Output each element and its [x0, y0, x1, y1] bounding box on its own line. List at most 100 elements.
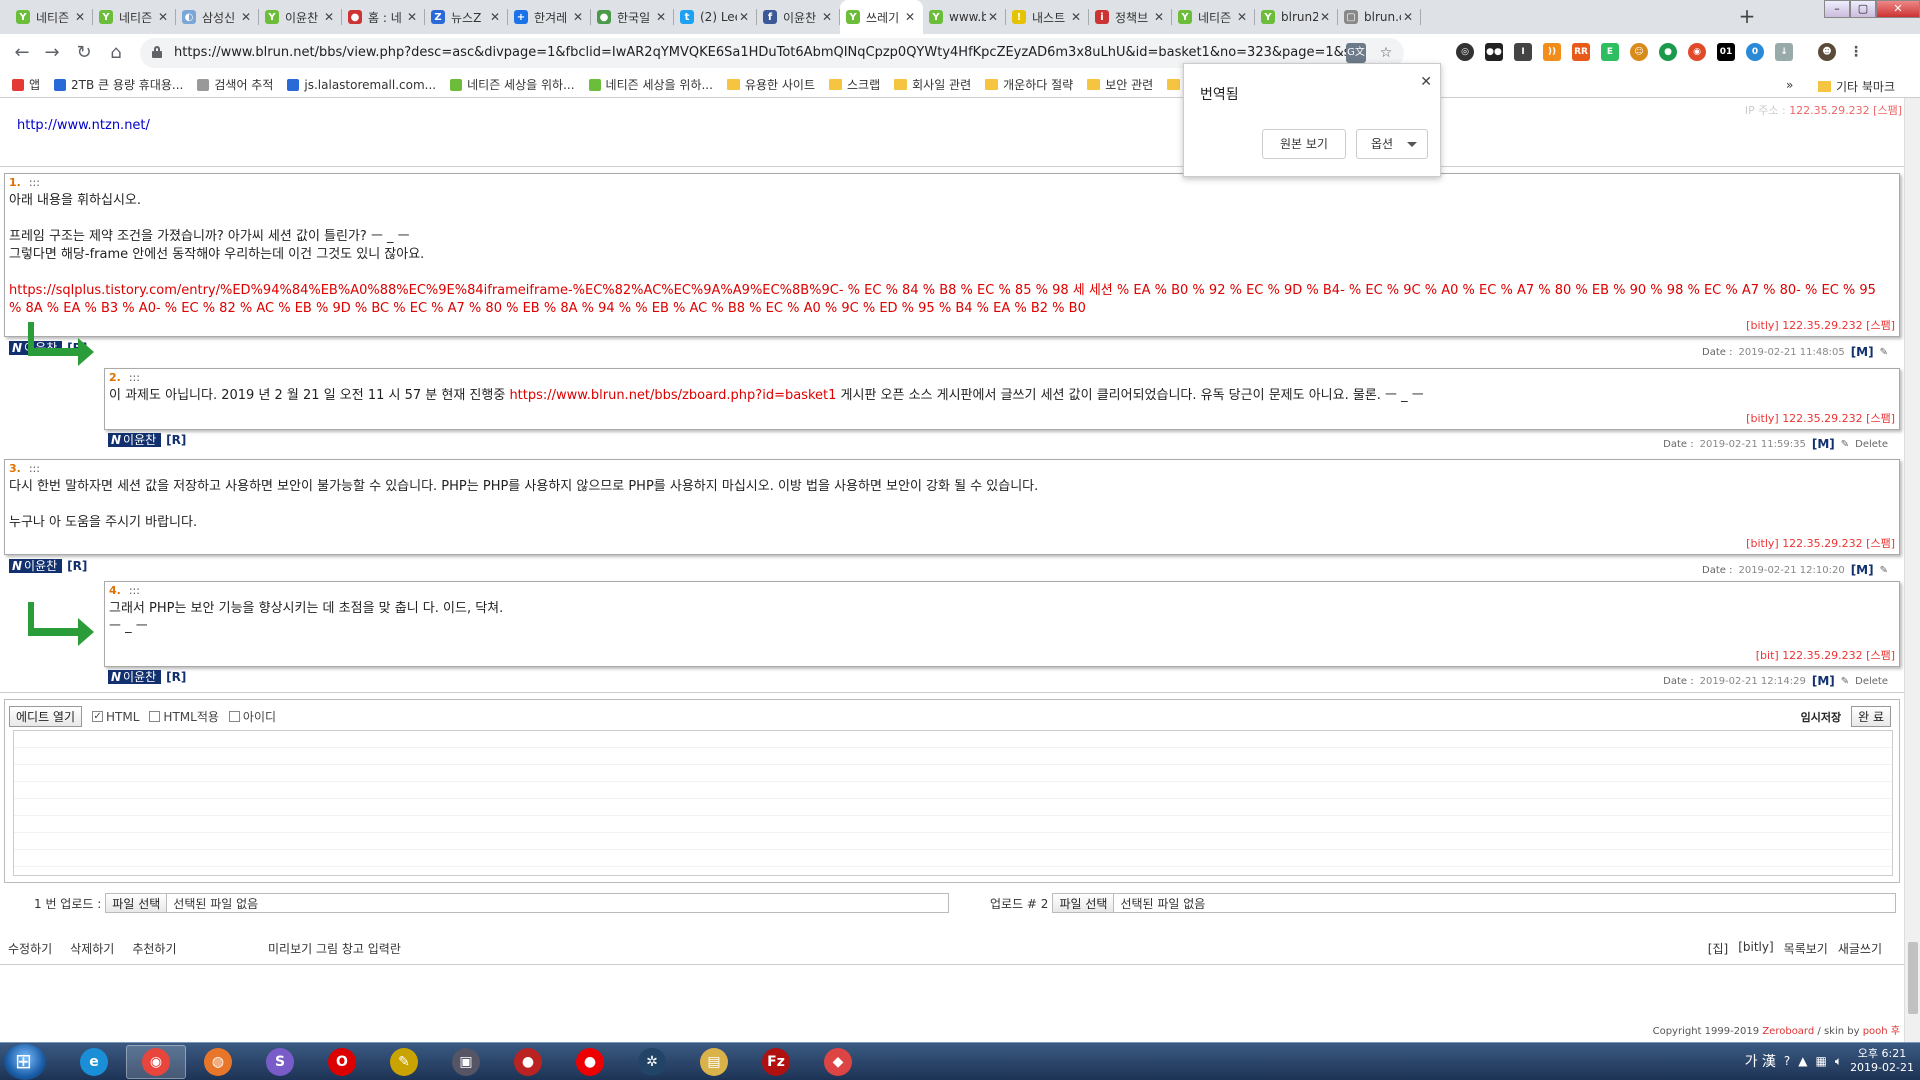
- modify-button[interactable]: [M]: [1812, 437, 1835, 451]
- modify-button[interactable]: [M]: [1851, 345, 1874, 359]
- bookmark-item[interactable]: 보안 관련: [1087, 76, 1153, 93]
- scrollbar-thumb[interactable]: [1908, 942, 1918, 1014]
- bookmarks-more-button[interactable]: »: [1786, 78, 1793, 92]
- pencil-icon[interactable]: ✎: [1880, 347, 1888, 358]
- star-icon[interactable]: ☆: [1376, 43, 1396, 63]
- extension-icon[interactable]: RR: [1572, 43, 1590, 61]
- modify-button[interactable]: [M]: [1851, 563, 1874, 577]
- bookmark-item[interactable]: 검색어 추적: [197, 76, 273, 93]
- tab-close-icon[interactable]: ✕: [571, 10, 585, 24]
- taskbar-app[interactable]: e: [64, 1045, 124, 1079]
- bookmark-item[interactable]: 스크랩: [829, 76, 880, 93]
- tab-close-icon[interactable]: ✕: [1318, 10, 1332, 24]
- bookmark-item[interactable]: 네티즌 세상을 위하...: [588, 76, 713, 93]
- reload-icon[interactable]: ↻: [72, 41, 96, 65]
- spam-tag[interactable]: [스팸]: [1866, 412, 1895, 425]
- new-post-link[interactable]: 새글쓰기: [1838, 940, 1882, 957]
- tab-1[interactable]: Y 네티즌 ✕: [93, 0, 176, 34]
- tab-3[interactable]: Y 이윤찬 ✕: [259, 0, 342, 34]
- other-bookmarks-folder[interactable]: 기타 북마크: [1818, 78, 1895, 95]
- taskbar-app[interactable]: Fz: [746, 1045, 806, 1079]
- tab-15[interactable]: Yblrun2 ✕: [1255, 0, 1338, 34]
- bookmark-item[interactable]: 2TB 큰 용량 휴대용...: [54, 76, 183, 93]
- url-text[interactable]: https://www.blrun.net/bbs/view.php?desc=…: [174, 45, 1354, 60]
- new-tab-button[interactable]: +: [1736, 6, 1758, 28]
- taskbar-app[interactable]: ✲: [622, 1045, 682, 1079]
- tab-close-icon[interactable]: ✕: [903, 10, 917, 24]
- id-checkbox[interactable]: 아이디: [228, 708, 276, 725]
- page-scrollbar[interactable]: [1904, 98, 1920, 1042]
- taskbar-app[interactable]: O: [312, 1045, 372, 1079]
- tray-arrow-icon[interactable]: ▲: [1798, 1054, 1807, 1068]
- pencil-icon[interactable]: ✎: [1841, 676, 1849, 687]
- delete-button[interactable]: Delete: [1855, 676, 1888, 687]
- spam-tag[interactable]: [스팸]: [1866, 319, 1895, 332]
- bookmark-item[interactable]: 유용한 사이트: [726, 76, 815, 93]
- ip-spam-tag[interactable]: [스팸]: [1873, 104, 1902, 117]
- delete-button[interactable]: Delete: [1855, 439, 1888, 450]
- tab-close-icon[interactable]: ✕: [488, 10, 502, 24]
- taskbar-app[interactable]: ◍: [188, 1045, 248, 1079]
- recommend-link[interactable]: 추천하기: [132, 940, 176, 957]
- comment-textarea[interactable]: [13, 730, 1893, 876]
- skin-author-link[interactable]: pooh 후: [1863, 1026, 1900, 1037]
- extension-icon[interactable]: ◉: [1688, 43, 1706, 61]
- show-original-button[interactable]: 원본 보기: [1262, 129, 1346, 159]
- tab-close-icon[interactable]: ✕: [239, 10, 253, 24]
- ime-indicator[interactable]: 가 漢: [1745, 1051, 1776, 1071]
- bookmark-item[interactable]: 개운하다 절략: [985, 76, 1073, 93]
- extension-icon[interactable]: 0: [1746, 43, 1764, 61]
- tab-close-icon[interactable]: ✕: [73, 10, 87, 24]
- extension-icon[interactable]: ●: [1659, 43, 1677, 61]
- tab-close-icon[interactable]: ✕: [405, 10, 419, 24]
- forward-arrow-icon[interactable]: →: [40, 41, 64, 65]
- spam-tag[interactable]: [스팸]: [1866, 649, 1895, 662]
- taskbar-app[interactable]: ✎: [374, 1045, 434, 1079]
- clock[interactable]: 오후 6:21 2019-02-21: [1850, 1047, 1914, 1075]
- file-input[interactable]: 파일 선택 선택된 파일 없음: [1052, 893, 1897, 913]
- extension-icon[interactable]: I: [1514, 43, 1532, 61]
- close-icon[interactable]: ✕: [1420, 74, 1432, 90]
- tab-5[interactable]: Z 뉴스Z ✕: [425, 0, 508, 34]
- pencil-icon[interactable]: ✎: [1880, 565, 1888, 576]
- maximize-button[interactable]: ▢: [1850, 0, 1876, 18]
- bookmark-item[interactable]: 앱: [12, 76, 40, 93]
- taskbar-app[interactable]: S: [250, 1045, 310, 1079]
- comment-link[interactable]: https://sqlplus.tistory.com/entry/%ED%94…: [9, 282, 1891, 318]
- tab-close-icon[interactable]: ✕: [986, 10, 1000, 24]
- tab-10[interactable]: Y 쓰레기 ✕: [840, 0, 923, 34]
- file-select-button[interactable]: 파일 선택: [1053, 894, 1115, 912]
- done-button[interactable]: 완 료: [1851, 706, 1891, 727]
- extension-icon[interactable]: 01: [1717, 43, 1735, 61]
- temp-save-button[interactable]: 임시저장: [1801, 709, 1841, 725]
- tab-11[interactable]: Ywww.b ✕: [923, 0, 1006, 34]
- extension-icon[interactable]: ◎: [1456, 43, 1474, 61]
- bookmark-item[interactable]: 회사일 관련: [894, 76, 971, 93]
- network-icon[interactable]: ▦: [1816, 1054, 1827, 1068]
- evernote-icon[interactable]: E: [1601, 43, 1619, 61]
- tab-12[interactable]: ! 내스트 ✕: [1006, 0, 1089, 34]
- list-link[interactable]: 목록보기: [1784, 940, 1828, 957]
- taskbar-app[interactable]: ▤: [684, 1045, 744, 1079]
- close-window-button[interactable]: ✕: [1876, 0, 1920, 18]
- delete-link[interactable]: 삭제하기: [70, 940, 114, 957]
- file-select-button[interactable]: 파일 선택: [106, 894, 168, 912]
- tab-close-icon[interactable]: ✕: [737, 10, 751, 24]
- back-arrow-icon[interactable]: ←: [10, 41, 34, 65]
- edit-link[interactable]: 수정하기: [8, 940, 52, 957]
- comment-author[interactable]: N이윤찬[R]: [9, 559, 87, 573]
- start-button[interactable]: [4, 1044, 46, 1080]
- tab-9[interactable]: f 이윤찬 ✕: [757, 0, 840, 34]
- home-link[interactable]: [집]: [1708, 940, 1728, 957]
- zeroboard-link[interactable]: Zeroboard: [1762, 1026, 1814, 1037]
- profile-avatar[interactable]: ☻: [1818, 43, 1836, 61]
- bookmark-item[interactable]: 네티즌 세상을 위하...: [450, 76, 575, 93]
- minimize-button[interactable]: –: [1824, 0, 1850, 18]
- site-link[interactable]: http://www.ntzn.net/: [17, 118, 150, 133]
- tab-close-icon[interactable]: ✕: [654, 10, 668, 24]
- tab-6[interactable]: + 한겨레 ✕: [508, 0, 591, 34]
- taskbar-app[interactable]: ◆: [808, 1045, 868, 1079]
- tab-14[interactable]: Y 네티즌 ✕: [1172, 0, 1255, 34]
- tab-close-icon[interactable]: ✕: [1401, 10, 1415, 24]
- comment-author[interactable]: N이윤찬[R]: [108, 670, 186, 684]
